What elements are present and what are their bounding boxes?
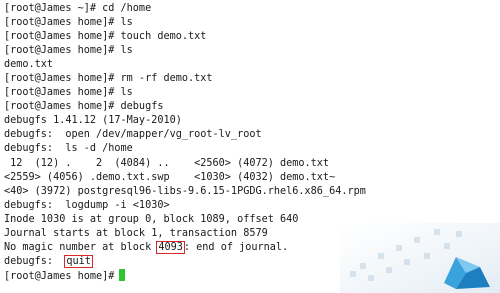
terminal-line: demo.txt bbox=[4, 59, 54, 71]
magic-suffix: : end of journal. bbox=[183, 241, 289, 253]
terminal-line: debugfs: logdump -i <1030> bbox=[4, 199, 170, 211]
highlighted-block-number: 4093 bbox=[156, 240, 185, 254]
terminal-line: [root@James home]# ls bbox=[4, 45, 133, 57]
terminal-line: 12 (12) . 2 (4084) .. <2560> (4072) demo… bbox=[4, 157, 330, 169]
terminal-line: Inode 1030 is at group 0, block 1089, of… bbox=[4, 213, 299, 225]
terminal-line-quit: debugfs: quit bbox=[4, 254, 496, 269]
shell-prompt: [root@James home]# bbox=[4, 270, 115, 282]
terminal-input-line[interactable]: [root@James home]# bbox=[4, 268, 496, 283]
terminal-line: [root@James home]# ls bbox=[4, 17, 133, 29]
terminal-line: [root@James ~]# cd /home bbox=[4, 3, 152, 14]
terminal-line: <40> (3972) postgresql96-libs-9.6.15-1PG… bbox=[4, 185, 366, 197]
terminal-line: <2559> (4056) .demo.txt.swp <1030> (4032… bbox=[4, 171, 336, 183]
terminal-window[interactable]: [root@James ~]# cd /home [root@James hom… bbox=[0, 0, 500, 293]
terminal-line: [root@James home]# touch demo.txt bbox=[4, 31, 207, 43]
terminal-line: Journal starts at block 1, transaction 8… bbox=[4, 227, 268, 239]
terminal-line: debugfs: ls -d /home bbox=[4, 143, 133, 155]
magic-prefix: No magic number at block bbox=[4, 241, 158, 253]
terminal-line: [root@James home]# ls bbox=[4, 87, 133, 99]
terminal-output: [root@James ~]# cd /home [root@James hom… bbox=[4, 2, 496, 283]
text-cursor bbox=[119, 268, 126, 281]
debugfs-prompt: debugfs: bbox=[4, 255, 66, 267]
terminal-line: [root@James home]# debugfs bbox=[4, 101, 164, 113]
terminal-line: debugfs: open /dev/mapper/vg_root-lv_roo… bbox=[4, 129, 262, 141]
terminal-line-magic: No magic number at block 4093: end of jo… bbox=[4, 240, 496, 255]
terminal-line: [root@James home]# rm -rf demo.txt bbox=[4, 73, 213, 85]
highlighted-quit-command: quit bbox=[64, 254, 93, 268]
terminal-line: debugfs 1.41.12 (17-May-2010) bbox=[4, 115, 182, 127]
